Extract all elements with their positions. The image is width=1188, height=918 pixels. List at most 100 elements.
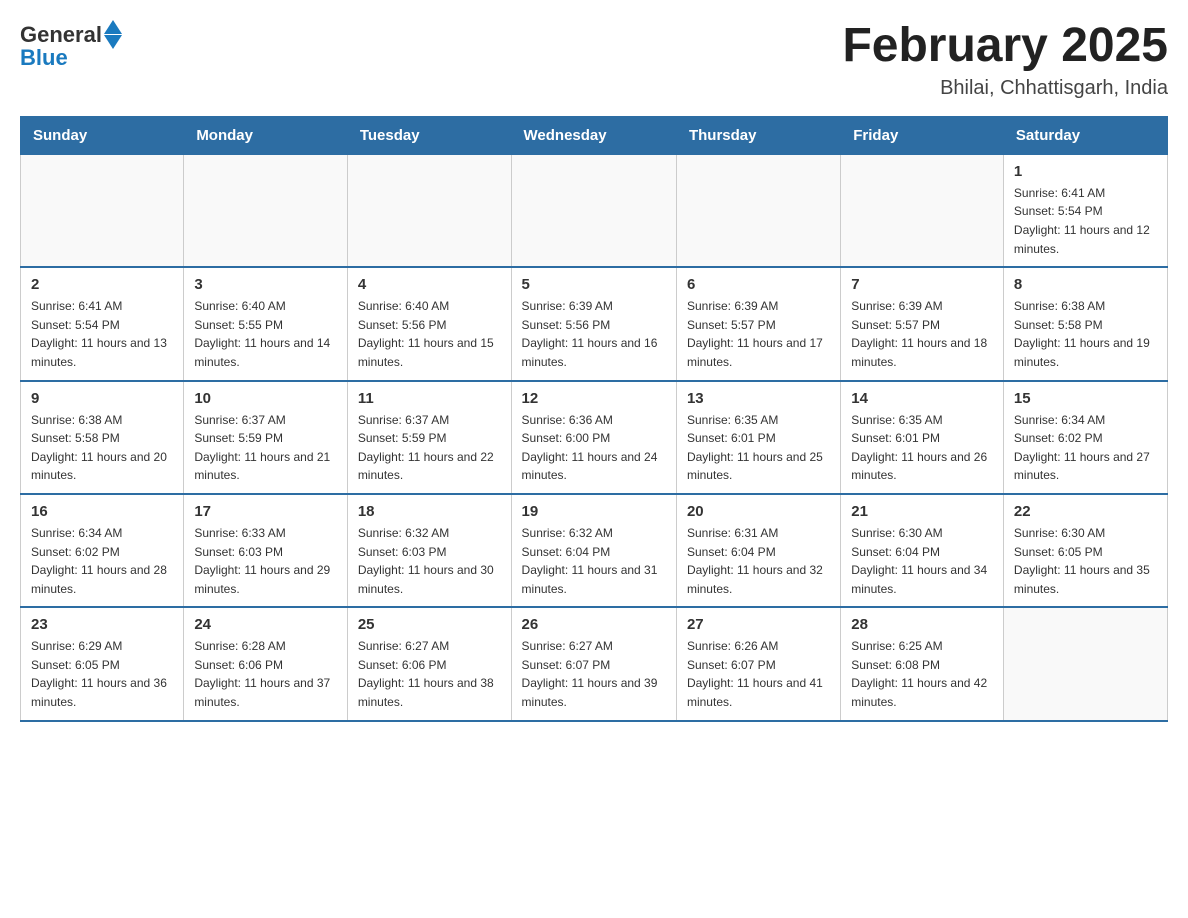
day-info: Sunrise: 6:35 AM Sunset: 6:01 PM Dayligh… [851,411,993,485]
table-row: 21 Sunrise: 6:30 AM Sunset: 6:04 PM Dayli… [841,494,1004,607]
day-number: 25 [358,616,501,633]
day-number: 5 [522,276,666,293]
day-info: Sunrise: 6:27 AM Sunset: 6:07 PM Dayligh… [522,637,666,711]
calendar-week-row: 1 Sunrise: 6:41 AM Sunset: 5:54 PM Daylig… [21,154,1168,267]
calendar-week-row: 9 Sunrise: 6:38 AM Sunset: 5:58 PM Daylig… [21,381,1168,494]
day-info: Sunrise: 6:40 AM Sunset: 5:55 PM Dayligh… [194,297,337,371]
table-row: 25 Sunrise: 6:27 AM Sunset: 6:06 PM Dayli… [347,607,511,720]
day-info: Sunrise: 6:34 AM Sunset: 6:02 PM Dayligh… [1014,411,1157,485]
header-monday: Monday [184,116,348,154]
table-row: 24 Sunrise: 6:28 AM Sunset: 6:06 PM Dayli… [184,607,348,720]
day-info: Sunrise: 6:33 AM Sunset: 6:03 PM Dayligh… [194,524,337,598]
table-row: 23 Sunrise: 6:29 AM Sunset: 6:05 PM Dayli… [21,607,184,720]
day-number: 4 [358,276,501,293]
day-number: 20 [687,503,830,520]
logo-blue: Blue [20,45,68,71]
day-number: 13 [687,390,830,407]
page-header: General Blue February 2025 Bhilai, Chhat… [20,20,1168,100]
day-info: Sunrise: 6:41 AM Sunset: 5:54 PM Dayligh… [31,297,173,371]
day-number: 19 [522,503,666,520]
calendar-week-row: 2Sunrise: 6:41 AM Sunset: 5:54 PM Daylig… [21,267,1168,380]
day-number: 22 [1014,503,1157,520]
day-number: 27 [687,616,830,633]
day-info: Sunrise: 6:30 AM Sunset: 6:04 PM Dayligh… [851,524,993,598]
day-number: 7 [851,276,993,293]
table-row: 3 Sunrise: 6:40 AM Sunset: 5:55 PM Daylig… [184,267,348,380]
calendar-table: Sunday Monday Tuesday Wednesday Thursday… [20,116,1168,722]
table-row: 4Sunrise: 6:40 AM Sunset: 5:56 PM Daylig… [347,267,511,380]
day-info: Sunrise: 6:25 AM Sunset: 6:08 PM Dayligh… [851,637,993,711]
table-row: 22 Sunrise: 6:30 AM Sunset: 6:05 PM Dayli… [1003,494,1167,607]
day-info: Sunrise: 6:27 AM Sunset: 6:06 PM Dayligh… [358,637,501,711]
table-row: 18Sunrise: 6:32 AM Sunset: 6:03 PM Dayli… [347,494,511,607]
day-number: 8 [1014,276,1157,293]
day-number: 28 [851,616,993,633]
location-subtitle: Bhilai, Chhattisgarh, India [842,77,1168,100]
header-saturday: Saturday [1003,116,1167,154]
day-info: Sunrise: 6:39 AM Sunset: 5:57 PM Dayligh… [851,297,993,371]
header-tuesday: Tuesday [347,116,511,154]
day-info: Sunrise: 6:38 AM Sunset: 5:58 PM Dayligh… [31,411,173,485]
table-row: 28 Sunrise: 6:25 AM Sunset: 6:08 PM Dayli… [841,607,1004,720]
table-row [347,154,511,267]
day-info: Sunrise: 6:41 AM Sunset: 5:54 PM Dayligh… [1014,184,1157,258]
day-info: Sunrise: 6:35 AM Sunset: 6:01 PM Dayligh… [687,411,830,485]
table-row: 27 Sunrise: 6:26 AM Sunset: 6:07 PM Dayli… [676,607,840,720]
day-number: 15 [1014,390,1157,407]
day-number: 10 [194,390,337,407]
table-row [841,154,1004,267]
table-row: 14 Sunrise: 6:35 AM Sunset: 6:01 PM Dayli… [841,381,1004,494]
day-info: Sunrise: 6:26 AM Sunset: 6:07 PM Dayligh… [687,637,830,711]
table-row: 11Sunrise: 6:37 AM Sunset: 5:59 PM Dayli… [347,381,511,494]
table-row [676,154,840,267]
day-number: 23 [31,616,173,633]
day-info: Sunrise: 6:28 AM Sunset: 6:06 PM Dayligh… [194,637,337,711]
header-friday: Friday [841,116,1004,154]
table-row: 2Sunrise: 6:41 AM Sunset: 5:54 PM Daylig… [21,267,184,380]
table-row: 19 Sunrise: 6:32 AM Sunset: 6:04 PM Dayli… [511,494,676,607]
day-info: Sunrise: 6:39 AM Sunset: 5:57 PM Dayligh… [687,297,830,371]
day-info: Sunrise: 6:32 AM Sunset: 6:03 PM Dayligh… [358,524,501,598]
calendar-week-row: 16 Sunrise: 6:34 AM Sunset: 6:02 PM Dayli… [21,494,1168,607]
table-row: 7 Sunrise: 6:39 AM Sunset: 5:57 PM Daylig… [841,267,1004,380]
header-wednesday: Wednesday [511,116,676,154]
header-sunday: Sunday [21,116,184,154]
day-info: Sunrise: 6:36 AM Sunset: 6:00 PM Dayligh… [522,411,666,485]
day-info: Sunrise: 6:38 AM Sunset: 5:58 PM Dayligh… [1014,297,1157,371]
day-number: 24 [194,616,337,633]
day-number: 14 [851,390,993,407]
day-number: 21 [851,503,993,520]
table-row: 17Sunrise: 6:33 AM Sunset: 6:03 PM Dayli… [184,494,348,607]
table-row: 10 Sunrise: 6:37 AM Sunset: 5:59 PM Dayli… [184,381,348,494]
table-row: 16 Sunrise: 6:34 AM Sunset: 6:02 PM Dayli… [21,494,184,607]
day-number: 9 [31,390,173,407]
day-info: Sunrise: 6:34 AM Sunset: 6:02 PM Dayligh… [31,524,173,598]
table-row: 8 Sunrise: 6:38 AM Sunset: 5:58 PM Daylig… [1003,267,1167,380]
table-row [184,154,348,267]
day-number: 12 [522,390,666,407]
table-row [21,154,184,267]
table-row: 12 Sunrise: 6:36 AM Sunset: 6:00 PM Dayli… [511,381,676,494]
day-info: Sunrise: 6:29 AM Sunset: 6:05 PM Dayligh… [31,637,173,711]
day-number: 16 [31,503,173,520]
table-row: 26Sunrise: 6:27 AM Sunset: 6:07 PM Dayli… [511,607,676,720]
day-info: Sunrise: 6:31 AM Sunset: 6:04 PM Dayligh… [687,524,830,598]
table-row: 13 Sunrise: 6:35 AM Sunset: 6:01 PM Dayli… [676,381,840,494]
month-title: February 2025 [842,20,1168,73]
table-row: 15 Sunrise: 6:34 AM Sunset: 6:02 PM Dayli… [1003,381,1167,494]
calendar-week-row: 23 Sunrise: 6:29 AM Sunset: 6:05 PM Dayli… [21,607,1168,720]
table-row: 1 Sunrise: 6:41 AM Sunset: 5:54 PM Daylig… [1003,154,1167,267]
table-row: 9 Sunrise: 6:38 AM Sunset: 5:58 PM Daylig… [21,381,184,494]
day-info: Sunrise: 6:30 AM Sunset: 6:05 PM Dayligh… [1014,524,1157,598]
day-number: 3 [194,276,337,293]
logo-general: General [20,22,102,48]
title-block: February 2025 Bhilai, Chhattisgarh, Indi… [842,20,1168,100]
day-info: Sunrise: 6:37 AM Sunset: 5:59 PM Dayligh… [358,411,501,485]
table-row: 20 Sunrise: 6:31 AM Sunset: 6:04 PM Dayli… [676,494,840,607]
day-number: 6 [687,276,830,293]
day-number: 1 [1014,163,1157,180]
day-info: Sunrise: 6:32 AM Sunset: 6:04 PM Dayligh… [522,524,666,598]
logo: General Blue [20,20,122,71]
table-row: 5Sunrise: 6:39 AM Sunset: 5:56 PM Daylig… [511,267,676,380]
day-info: Sunrise: 6:37 AM Sunset: 5:59 PM Dayligh… [194,411,337,485]
